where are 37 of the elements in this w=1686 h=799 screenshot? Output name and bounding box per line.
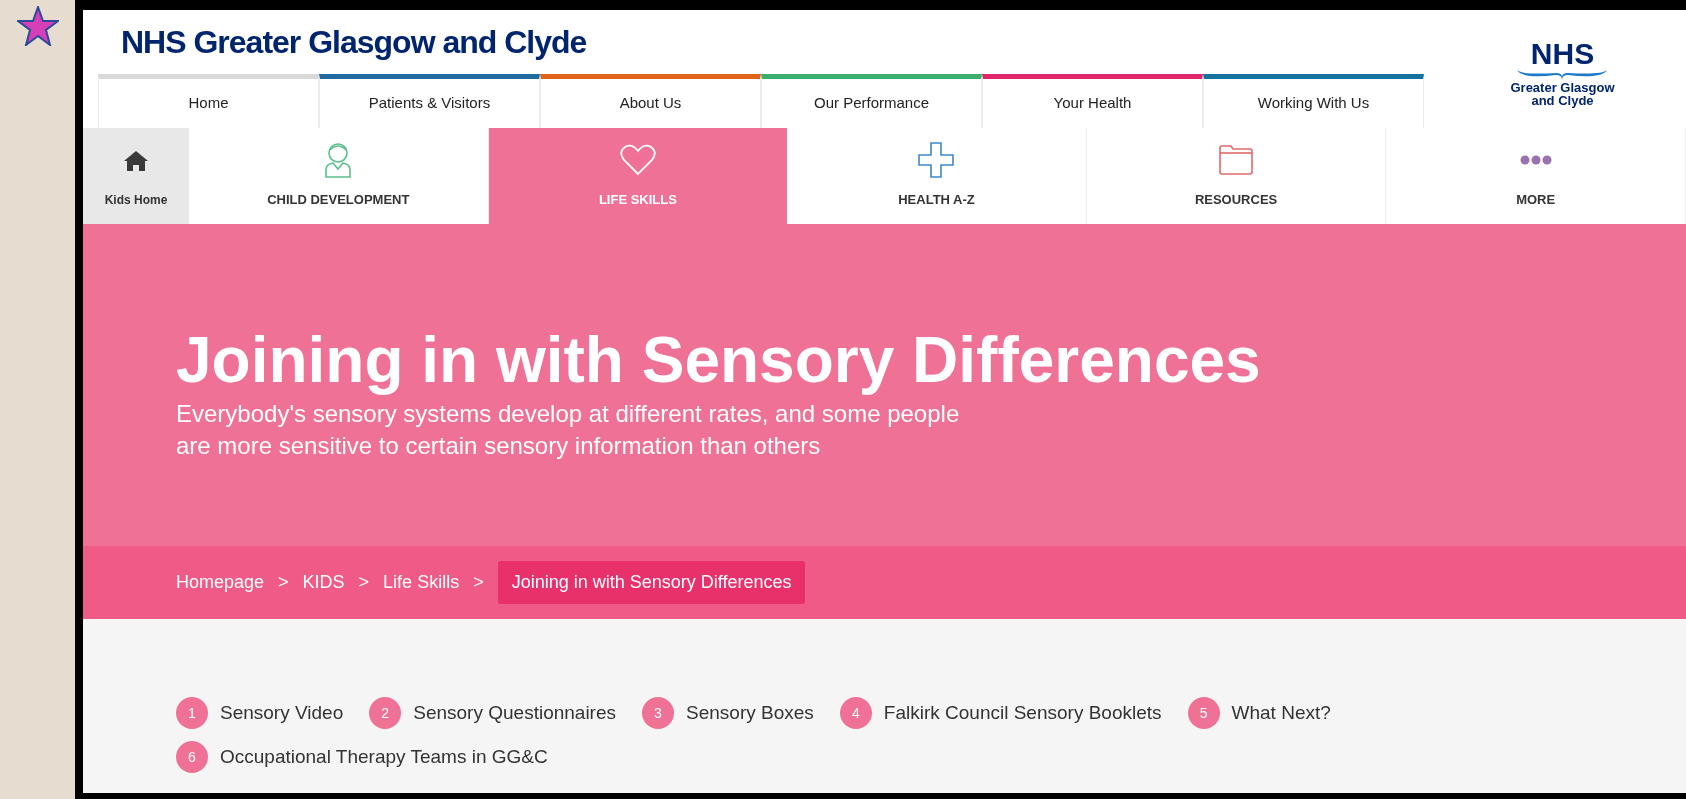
kids-nav-item[interactable]: Kids Home [83,128,189,224]
page-subtitle: Everybody's sensory systems develop at different rates, and some people are more sensitive to certain sensory information than others [176,399,961,461]
logo-text: and Clyde [1531,94,1594,107]
heart-icon [619,144,656,177]
section-link[interactable]: 3 Sensory Boxes [642,697,814,729]
wave-icon [1516,69,1609,81]
section-link[interactable]: 6 Occupational Therapy Teams in GG&C [176,741,548,773]
section-number: 6 [176,741,208,773]
section-number: 2 [369,697,402,729]
more-icon [1519,155,1552,166]
section-label: Occupational Therapy Teams in GG&C [220,744,548,769]
cross-icon [918,142,955,179]
section-number: 1 [176,697,208,729]
logo-text: Greater Glasgow [1510,81,1615,94]
section-number: 3 [642,697,674,729]
logo-mark: NHS [1530,39,1595,69]
folder-icon [1219,145,1254,176]
home-icon [123,150,149,172]
section-label: Falkirk Council Sensory Booklets [883,700,1162,725]
section-number: 5 [1187,697,1220,729]
child-icon [323,142,354,179]
breadcrumb-separator: > [473,571,484,594]
page-title: Joining in with Sensory Differences [176,323,1262,398]
section-label: Sensory Boxes [686,700,814,725]
section-link[interactable]: 4 Falkirk Council Sensory Booklets [839,697,1162,729]
section-label: Sensory Video [220,700,344,725]
breadcrumb-separator: > [358,571,370,594]
section-number: 4 [839,697,872,729]
star-icon [16,6,59,46]
section-label: What Next? [1231,700,1331,725]
site-title: NHS Greater Glasgow and Clyde [121,23,587,62]
section-link[interactable]: 2 Sensory Questionnaires [369,697,616,729]
section-link[interactable]: 1 Sensory Video [176,697,344,729]
section-label: Sensory Questionnaires [413,700,616,725]
section-link[interactable]: 5 What Next? [1187,697,1331,729]
breadcrumb-separator: > [278,571,289,594]
breadcrumb-link[interactable]: Joining in with Sensory Differences [497,561,806,604]
